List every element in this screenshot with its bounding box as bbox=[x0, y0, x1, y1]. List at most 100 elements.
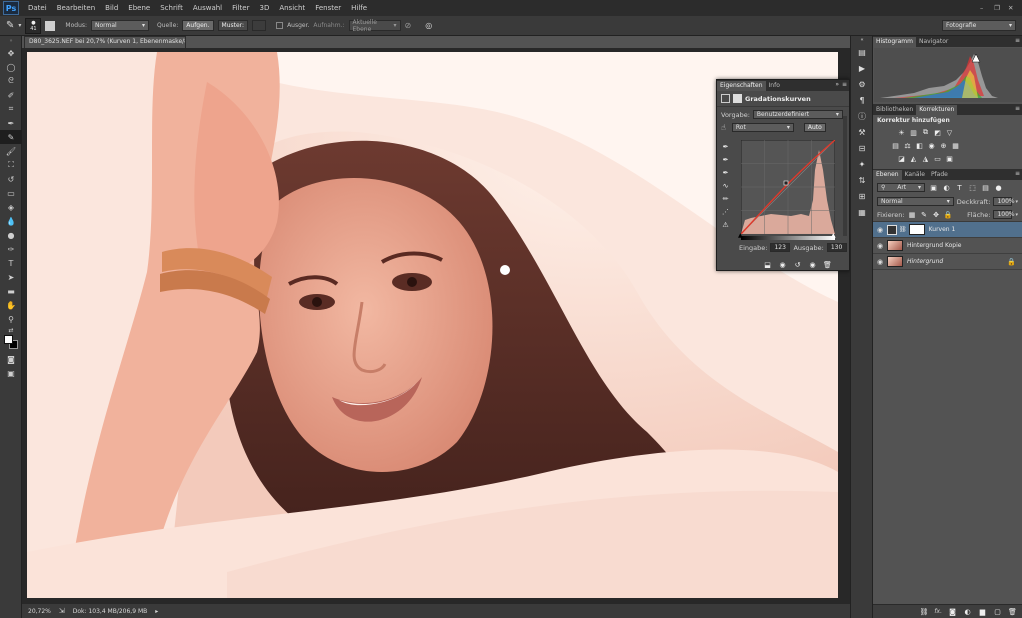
menu-bild[interactable]: Bild bbox=[100, 4, 123, 12]
styles-icon[interactable]: ✦ bbox=[851, 156, 873, 172]
lock-image-icon[interactable]: ✎ bbox=[920, 210, 929, 219]
channel-mixer-icon[interactable]: ⊕ bbox=[939, 141, 948, 150]
filter-type-icon[interactable]: T bbox=[955, 183, 964, 192]
white-input-slider[interactable]: ▲ bbox=[831, 232, 836, 239]
tab-bibliotheken[interactable]: Bibliotheken bbox=[873, 105, 916, 115]
auto-button[interactable]: Auto bbox=[803, 123, 826, 132]
menu-ansicht[interactable]: Ansicht bbox=[274, 4, 310, 12]
threshold-icon[interactable]: ◮ bbox=[921, 154, 930, 163]
photo-filter-icon[interactable]: ◉ bbox=[927, 141, 936, 150]
channels-icon[interactable]: ⇅ bbox=[851, 172, 873, 188]
tab-navigator[interactable]: Navigator bbox=[916, 37, 951, 47]
quick-selection-tool-icon[interactable]: ✐ bbox=[0, 88, 22, 102]
document-tab[interactable]: D80_3625.NEF bei 20,7% (Kurven 1, Ebenen… bbox=[24, 36, 186, 48]
filter-adjustment-icon[interactable]: ◐ bbox=[942, 183, 951, 192]
modus-select[interactable]: Normal ▾ bbox=[91, 20, 150, 31]
lock-icon[interactable]: 🔒 bbox=[1007, 258, 1016, 266]
healing-brush-tool-icon[interactable]: ✎ bbox=[6, 20, 14, 31]
layer-thumbnail[interactable] bbox=[887, 256, 903, 267]
view-previous-state-icon[interactable]: ◉ bbox=[778, 260, 787, 269]
layer-row[interactable]: ◉ Hintergrund Kopie bbox=[873, 238, 1022, 254]
black-white-icon[interactable]: ◧ bbox=[915, 141, 924, 150]
tab-korrekturen[interactable]: Korrekturen bbox=[916, 105, 958, 115]
document-info[interactable]: Dok: 103,4 MB/206,9 MB bbox=[73, 608, 147, 615]
healing-brush-tool-icon[interactable]: ✎ bbox=[0, 130, 22, 144]
new-group-icon[interactable]: ▆ bbox=[978, 607, 987, 616]
actions-play-icon[interactable]: ▶ bbox=[851, 60, 873, 76]
brush-size-picker[interactable]: ● 41 bbox=[25, 17, 42, 34]
muster-button[interactable]: Muster: bbox=[217, 20, 249, 31]
menu-ebene[interactable]: Ebene bbox=[123, 4, 155, 12]
tab-eigenschaften[interactable]: Eigenschaften bbox=[717, 81, 766, 91]
fill-input[interactable]: 100% bbox=[993, 210, 1015, 219]
swap-colors-icon[interactable]: ⇄ bbox=[0, 326, 22, 334]
pressure-size-icon[interactable]: ◎ bbox=[425, 21, 432, 30]
tool-preset-dropdown-icon[interactable]: ▾ bbox=[18, 22, 21, 29]
eraser-tool-icon[interactable]: ▭ bbox=[0, 186, 22, 200]
layer-name[interactable]: Hintergrund bbox=[907, 258, 1007, 265]
window-restore-icon[interactable]: ❐ bbox=[994, 4, 1008, 12]
collapse-icon[interactable]: « bbox=[851, 36, 873, 44]
blur-tool-icon[interactable]: 💧 bbox=[0, 214, 22, 228]
opacity-input[interactable]: 100% bbox=[993, 197, 1015, 206]
lock-transparent-icon[interactable]: ▦ bbox=[908, 210, 917, 219]
lock-position-icon[interactable]: ✥ bbox=[932, 210, 941, 219]
visibility-eye-icon[interactable]: ◉ bbox=[808, 260, 817, 269]
brush-tool-icon[interactable]: 🖌 bbox=[0, 144, 22, 158]
visibility-eye-icon[interactable]: ◉ bbox=[873, 242, 887, 250]
tab-histogramm[interactable]: Histogramm bbox=[873, 37, 916, 47]
collapse-icon[interactable]: » bbox=[0, 36, 22, 46]
menu-datei[interactable]: Datei bbox=[23, 4, 52, 12]
clip-to-layer-icon[interactable]: ⬓ bbox=[763, 260, 772, 269]
menu-fenster[interactable]: Fenster bbox=[310, 4, 346, 12]
selective-color-icon[interactable]: ▣ bbox=[945, 154, 954, 163]
export-icon[interactable]: ⇲ bbox=[59, 607, 65, 615]
vibrance-icon[interactable]: ▽ bbox=[945, 128, 954, 137]
chevron-down-icon[interactable]: ▾ bbox=[1015, 212, 1018, 218]
filter-pixel-icon[interactable]: ▣ bbox=[929, 183, 938, 192]
checkbox-ausgerichtet[interactable] bbox=[276, 22, 284, 29]
posterize-icon[interactable]: ◭ bbox=[909, 154, 918, 163]
levels-icon[interactable]: ▥ bbox=[909, 128, 918, 137]
new-layer-icon[interactable]: ▢ bbox=[993, 607, 1002, 616]
character-icon[interactable]: ¶ bbox=[851, 92, 873, 108]
rectangle-tool-icon[interactable]: ▬ bbox=[0, 284, 22, 298]
aufnahme-select[interactable]: Aktuelle Ebene ▾ bbox=[348, 19, 401, 33]
lock-all-icon[interactable]: 🔒 bbox=[944, 210, 953, 219]
screen-mode-icon[interactable]: ▣ bbox=[0, 366, 22, 380]
target-adjustment-hand-icon[interactable]: ☝ bbox=[721, 123, 726, 132]
trash-icon[interactable]: 🗑 bbox=[823, 260, 832, 269]
chevron-right-icon[interactable]: ▸ bbox=[155, 608, 158, 615]
type-tool-icon[interactable]: T bbox=[0, 256, 22, 270]
panel-menu-icon[interactable]: ≡ bbox=[1015, 37, 1020, 44]
layer-mask-thumbnail[interactable] bbox=[908, 224, 925, 235]
menu-auswahl[interactable]: Auswahl bbox=[188, 4, 227, 12]
marquee-tool-icon[interactable]: ◯ bbox=[0, 60, 22, 74]
tab-pfade[interactable]: Pfade bbox=[928, 170, 951, 180]
visibility-eye-icon[interactable]: ◉ bbox=[873, 258, 887, 266]
lasso-tool-icon[interactable]: ᘓ bbox=[0, 74, 22, 88]
smooth-curve-icon[interactable]: ⋰ bbox=[721, 205, 730, 218]
pattern-picker[interactable] bbox=[252, 20, 267, 31]
quick-mask-icon[interactable]: ◙ bbox=[0, 352, 22, 366]
pencil-draw-icon[interactable]: ✏ bbox=[721, 192, 730, 205]
history-brush-tool-icon[interactable]: ↺ bbox=[0, 172, 22, 186]
blend-mode-select[interactable]: Normal ▾ bbox=[877, 197, 954, 206]
tab-kanaele[interactable]: Kanäle bbox=[902, 170, 928, 180]
menu-schrift[interactable]: Schrift bbox=[155, 4, 188, 12]
chevron-down-icon[interactable]: ▾ bbox=[1015, 199, 1018, 205]
channel-select[interactable]: Rot ▾ bbox=[731, 123, 794, 132]
aufgenommen-button[interactable]: Aufgen. bbox=[182, 20, 214, 31]
layer-mask-icon[interactable] bbox=[733, 94, 742, 103]
info-icon[interactable]: ⓘ bbox=[851, 108, 873, 124]
ignore-adjustment-layers-icon[interactable]: ⊘ bbox=[405, 21, 412, 30]
filter-toggle-icon[interactable]: ● bbox=[994, 183, 1003, 192]
clone-stamp-tool-icon[interactable]: ⛶ bbox=[0, 158, 22, 172]
vorgabe-select[interactable]: Benutzerdefiniert ▾ bbox=[752, 110, 843, 119]
clone-source-panel-icon[interactable] bbox=[45, 20, 56, 31]
properties-scrollbar[interactable] bbox=[843, 116, 847, 236]
tool-presets-icon[interactable]: ⚒ bbox=[851, 124, 873, 140]
panel-menu-icon[interactable]: ≡ bbox=[1015, 105, 1020, 112]
zoom-tool-icon[interactable]: ⚲ bbox=[0, 312, 22, 326]
color-lookup-icon[interactable]: ▦ bbox=[951, 141, 960, 150]
